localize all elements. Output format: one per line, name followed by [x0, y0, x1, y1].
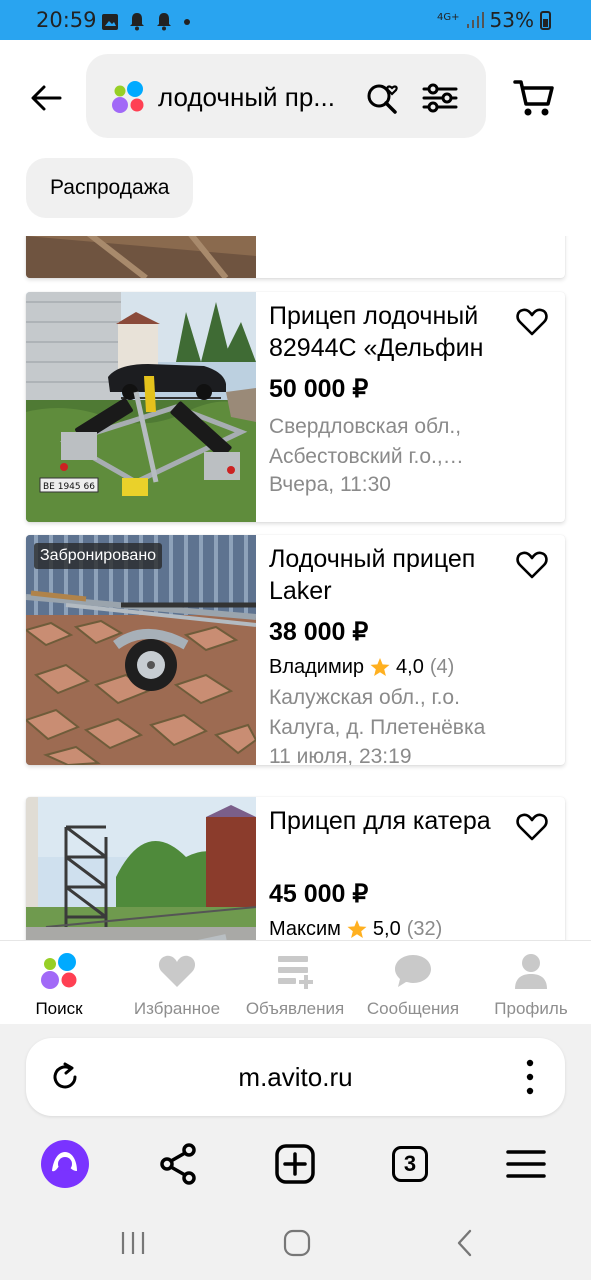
browser-toolbar: 3 — [0, 1138, 591, 1190]
star-icon — [347, 920, 367, 938]
listing-card[interactable]: Прицеп для катера 45 000 ₽ Максим 5,0 (3… — [26, 797, 565, 940]
seller-rating: 5,0 — [372, 918, 401, 940]
notification-icons — [101, 12, 192, 31]
home-icon[interactable] — [282, 1228, 312, 1258]
listing-price: 45 000 ₽ — [269, 880, 369, 908]
tab-label: Профиль — [494, 999, 568, 1018]
listing-date: 11 июля, 23:19 — [269, 745, 412, 765]
bottom-tab-bar: Поиск Избранное Объявления Сообщения Про… — [0, 940, 591, 1024]
listing-photo[interactable]: ВЕ 1945 66 — [26, 292, 256, 522]
license-plate-text: ВЕ 1945 66 — [43, 482, 95, 492]
seller-rating: 4,0 — [396, 656, 424, 678]
listing-location: Калужская обл., г.о. Калуга, д. Плетенёв… — [269, 686, 486, 739]
cart-icon[interactable] — [512, 76, 556, 118]
seller-name[interactable]: Владимир — [269, 656, 364, 679]
bell-icon — [130, 13, 144, 31]
listing-date: Вчера, 11:30 — [269, 473, 391, 496]
search-bar[interactable]: лодочный пр... — [86, 54, 486, 138]
status-bar: 20:59 4G+ 53% — [0, 0, 591, 40]
recent-apps-icon[interactable] — [118, 1228, 148, 1258]
star-icon — [370, 658, 390, 676]
tab-messages[interactable]: Сообщения — [354, 951, 472, 1019]
avito-logo-icon — [112, 81, 144, 113]
filters-icon[interactable] — [420, 80, 460, 116]
battery-percent: 53% — [489, 8, 534, 32]
listing-photo[interactable] — [26, 535, 256, 765]
chat-icon — [395, 955, 431, 987]
tabs-count-button[interactable]: 3 — [384, 1138, 436, 1190]
listings-feed[interactable]: ВЕ 1945 66 Прицеп лодочный 82944С «Дельф… — [0, 236, 591, 940]
browser-chrome: m.avito.ru 3 — [0, 1024, 591, 1280]
tab-search[interactable]: Поиск — [0, 951, 118, 1019]
signal-icon — [466, 12, 484, 28]
favorite-heart-icon[interactable] — [516, 307, 548, 337]
address-bar[interactable]: m.avito.ru — [26, 1038, 565, 1116]
seller-row[interactable]: Максим 5,0 (32) — [269, 918, 442, 940]
back-arrow-icon[interactable] — [26, 78, 66, 118]
reserved-badge: Забронировано — [34, 543, 163, 569]
listing-photo[interactable] — [26, 236, 256, 278]
listing-title[interactable]: Прицеп лодочный 82944С «Дельфин — [269, 300, 509, 364]
tabs-count: 3 — [392, 1146, 428, 1182]
listing-title[interactable]: Лодочный прицеп Laker — [269, 543, 509, 607]
ads-icon — [278, 956, 313, 989]
seller-reviews-count: (32) — [406, 918, 443, 940]
profile-icon — [515, 954, 547, 989]
listing-title[interactable]: Прицеп для катера — [269, 805, 509, 837]
listing-price: 38 000 ₽ — [269, 618, 369, 646]
status-time: 20:59 — [36, 8, 97, 32]
seller-row[interactable]: Владимир 4,0 (4) — [269, 656, 454, 679]
network-type: 4G+ — [437, 12, 460, 23]
listing-price: 50 000 ₽ — [269, 375, 369, 403]
saved-search-icon[interactable] — [364, 76, 404, 116]
search-query[interactable]: лодочный пр... — [158, 82, 344, 113]
tab-label: Объявления — [245, 999, 345, 1018]
menu-icon[interactable] — [500, 1138, 552, 1190]
back-nav-icon[interactable] — [450, 1228, 480, 1258]
seller-name[interactable]: Максим — [269, 918, 341, 940]
share-icon[interactable] — [153, 1138, 205, 1190]
bell-icon — [157, 13, 171, 31]
listing-card-partial[interactable] — [26, 236, 565, 278]
avito-dots-icon — [41, 953, 77, 989]
tab-label: Избранное — [133, 999, 221, 1018]
tab-profile[interactable]: Профиль — [472, 951, 590, 1019]
favorite-heart-icon[interactable] — [516, 550, 548, 580]
url-text[interactable]: m.avito.ru — [26, 1062, 565, 1093]
heart-icon — [158, 955, 196, 987]
listing-photo[interactable] — [26, 797, 256, 940]
listing-card[interactable]: ВЕ 1945 66 Прицеп лодочный 82944С «Дельф… — [26, 292, 565, 522]
listing-card[interactable]: Забронировано Лодочный прицеп Laker 38 0… — [26, 535, 565, 765]
new-tab-icon[interactable] — [269, 1138, 321, 1190]
tab-label: Сообщения — [366, 999, 460, 1018]
favorite-heart-icon[interactable] — [516, 812, 548, 842]
chip-sale[interactable]: Распродажа — [26, 158, 194, 218]
tab-ads[interactable]: Объявления — [236, 951, 354, 1019]
seller-reviews-count: (4) — [429, 656, 455, 678]
tab-favorites[interactable]: Избранное — [118, 951, 236, 1019]
more-vertical-icon[interactable] — [525, 1058, 535, 1096]
dot-icon — [184, 18, 190, 25]
tab-label: Поиск — [35, 999, 83, 1018]
status-right: 4G+ 53% — [437, 8, 551, 32]
system-nav-bar — [0, 1224, 591, 1264]
alice-assistant-icon[interactable] — [39, 1138, 91, 1190]
gallery-icon — [102, 13, 118, 30]
battery-icon — [540, 10, 551, 30]
listing-location: Свердловская обл., Асбестовский г.о.,… — [269, 415, 464, 468]
